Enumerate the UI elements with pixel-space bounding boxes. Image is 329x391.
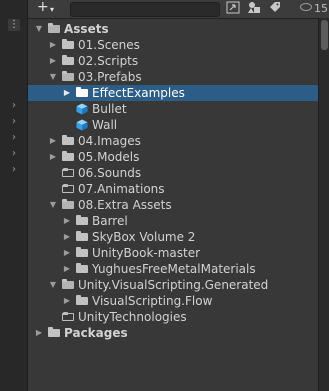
tree-item-label: VisualScripting.Flow <box>92 294 213 308</box>
tree-row[interactable]: ▶ 02.Scripts <box>28 53 318 69</box>
expand-arrow-right-icon[interactable]: ▶ <box>34 325 44 341</box>
tree-item-label: 04.Images <box>78 134 141 148</box>
project-toolbar: + ▾ 15 <box>28 0 329 19</box>
label-filter-icon[interactable] <box>267 1 283 16</box>
tree-row[interactable]: ▶ Packages <box>28 325 318 341</box>
tree-row[interactable]: ▶ UnityBook-master <box>28 245 318 261</box>
folder-empty-icon <box>62 168 74 177</box>
tree-item-label: SkyBox Volume 2 <box>92 230 196 244</box>
expand-arrow-right-icon[interactable]: ▶ <box>62 229 72 245</box>
hidden-packages-icon <box>300 3 312 11</box>
folder-icon <box>62 135 74 145</box>
tree-item-label: Bullet <box>92 102 127 116</box>
folder-open-icon <box>62 199 74 209</box>
create-asset-button[interactable]: + ▾ <box>34 0 62 16</box>
expand-arrow-down-icon[interactable]: ▼ <box>48 69 58 85</box>
folder-empty-icon <box>62 312 74 321</box>
search-input[interactable] <box>70 2 220 17</box>
tree-item-label: 07.Animations <box>78 182 165 196</box>
folder-icon <box>62 151 74 161</box>
tree-row[interactable]: ▶ EffectExamples <box>28 85 318 101</box>
tree-row[interactable]: ▶ YughuesFreeMetalMaterials <box>28 261 318 277</box>
type-filter-icon[interactable] <box>246 1 262 16</box>
tree-item-label: YughuesFreeMetalMaterials <box>92 262 256 276</box>
more-menu-icon[interactable]: ⋮ <box>8 19 20 31</box>
tree-row[interactable]: ▶ VisualScripting.Flow <box>28 293 318 309</box>
folder-icon <box>76 87 88 97</box>
expand-arrow-right-icon[interactable]: ▶ <box>62 293 72 309</box>
expand-arrow-down-icon[interactable]: ▼ <box>48 197 58 213</box>
tree-item-label: Wall <box>92 118 118 132</box>
folder-open-icon <box>62 279 74 289</box>
folder-icon <box>76 295 88 305</box>
project-panel: + ▾ 15 ▼ Assets ▶ 01.Scenes ▶ 02.Scripts… <box>28 0 329 391</box>
tree-item-label: 08.Extra Assets <box>78 198 172 212</box>
left-panel-strip: ⋮ › › › › › <box>0 0 28 391</box>
hidden-packages-count[interactable]: 15 <box>300 2 328 16</box>
expand-arrow-right-icon[interactable]: ▶ <box>62 261 72 277</box>
expand-arrow-down-icon[interactable]: ▼ <box>48 277 58 293</box>
chevron-right-icon[interactable]: › <box>12 133 16 143</box>
tree-row[interactable]: ▼ 08.Extra Assets <box>28 197 318 213</box>
chevron-right-icon[interactable]: › <box>12 149 16 159</box>
tree-item-label: 06.Sounds <box>78 166 142 180</box>
folder-icon <box>62 55 74 65</box>
folder-icon <box>62 39 74 49</box>
tree-row[interactable]: ▼ 03.Prefabs <box>28 69 318 85</box>
tree-item-label: Unity.VisualScripting.Generated <box>78 278 269 292</box>
expand-arrow-right-icon[interactable]: ▶ <box>62 213 72 229</box>
expand-arrow-right-icon[interactable]: ▶ <box>62 245 72 261</box>
prefab-cube-icon <box>76 103 88 115</box>
expand-arrow-right-icon[interactable]: ▶ <box>62 85 72 101</box>
folder-empty-icon <box>62 184 74 193</box>
tree-row[interactable]: UnityTechnologies <box>28 309 318 325</box>
scrollbar-thumb[interactable] <box>321 20 328 50</box>
expand-arrow-right-icon[interactable]: ▶ <box>48 37 58 53</box>
expand-arrow-right-icon[interactable]: ▶ <box>48 149 58 165</box>
folder-open-icon <box>62 71 74 81</box>
tree-row[interactable]: 07.Animations <box>28 181 318 197</box>
tree-row[interactable]: ▼ Assets <box>28 21 318 37</box>
tree-row[interactable]: Bullet <box>28 101 318 117</box>
tree-item-label: UnityTechnologies <box>78 310 187 324</box>
folder-icon <box>76 231 88 241</box>
folder-icon <box>76 247 88 257</box>
tree-row[interactable]: ▶ 04.Images <box>28 133 318 149</box>
folder-icon <box>76 215 88 225</box>
tree-item-label: 01.Scenes <box>78 38 140 52</box>
chevron-right-icon[interactable]: › <box>12 101 16 111</box>
tree-row[interactable]: Wall <box>28 117 318 133</box>
plus-icon: + <box>37 0 49 15</box>
prefab-cube-icon <box>76 119 88 131</box>
tree-row[interactable]: ▶ 05.Models <box>28 149 318 165</box>
tree-row[interactable]: ▼ Unity.VisualScripting.Generated <box>28 277 318 293</box>
tree-item-label: 02.Scripts <box>78 54 139 68</box>
project-tree: ▼ Assets ▶ 01.Scenes ▶ 02.Scripts ▼ 03.Prefabs ▶… <box>28 21 318 341</box>
tree-item-label: 03.Prefabs <box>78 70 142 84</box>
hidden-count-label: 15 <box>314 2 328 15</box>
tree-row[interactable]: ▶ SkyBox Volume 2 <box>28 229 318 245</box>
tree-item-label: Barrel <box>92 214 128 228</box>
tree-row[interactable]: 06.Sounds <box>28 165 318 181</box>
tree-item-label: EffectExamples <box>92 86 185 100</box>
expand-arrow-down-icon[interactable]: ▼ <box>34 21 44 37</box>
chevron-down-icon: ▾ <box>50 5 55 14</box>
expand-arrow-right-icon[interactable]: ▶ <box>48 133 58 149</box>
chevron-right-icon[interactable]: › <box>12 117 16 127</box>
expand-arrow-right-icon[interactable]: ▶ <box>48 53 58 69</box>
folder-icon <box>48 327 60 337</box>
folder-open-icon <box>48 23 60 33</box>
tree-item-label: UnityBook-master <box>92 246 201 260</box>
tree-item-label: 05.Models <box>78 150 140 164</box>
tree-item-label: Packages <box>64 326 128 340</box>
tree-item-label: Assets <box>64 22 109 36</box>
folder-icon <box>76 263 88 273</box>
chevron-right-icon[interactable]: › <box>12 165 16 175</box>
tree-row[interactable]: ▶ 01.Scenes <box>28 37 318 53</box>
scene-picker-icon[interactable] <box>225 1 241 16</box>
tree-row[interactable]: ▶ Barrel <box>28 213 318 229</box>
vertical-scrollbar[interactable] <box>318 18 329 391</box>
